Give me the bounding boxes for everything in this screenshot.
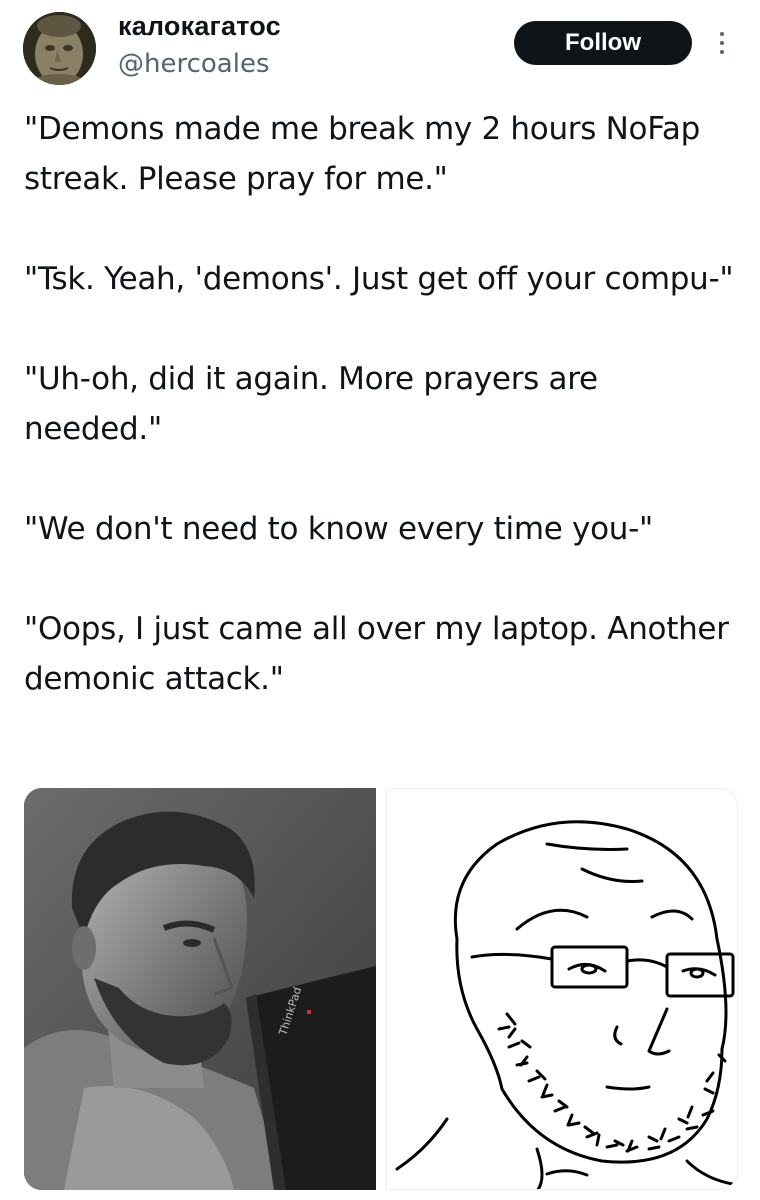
chad-laptop-image: ThinkPad [24, 788, 376, 1190]
media-image-wojak[interactable] [386, 788, 738, 1190]
tweet-header: калокагатос @hercoales Follow [0, 0, 760, 100]
tweet-paragraph: "Demons made me break my 2 hours NoFap s… [24, 111, 700, 197]
more-vertical-icon[interactable] [712, 26, 732, 60]
tweet-text: "Demons made me break my 2 hours NoFap s… [24, 104, 740, 704]
tweet-paragraph: "We don't need to know every time you-" [24, 511, 653, 547]
tweet-paragraph: "Oops, I just came all over my laptop. A… [24, 611, 729, 697]
avatar[interactable] [23, 12, 96, 85]
handle[interactable]: @hercoales [118, 47, 281, 81]
display-name[interactable]: калокагатос [118, 10, 281, 42]
tweet-paragraph: "Uh-oh, did it again. More prayers are n… [24, 361, 598, 447]
follow-button[interactable]: Follow [514, 21, 692, 65]
author-names: калокагатос @hercoales [118, 10, 281, 81]
tweet-media: ThinkPad [24, 788, 738, 1190]
wojak-image [387, 789, 737, 1189]
avatar-statue-face-icon [23, 12, 96, 85]
media-image-chad-laptop[interactable]: ThinkPad [24, 788, 376, 1190]
tweet-paragraph: "Tsk. Yeah, 'demons'. Just get off your … [24, 261, 734, 297]
